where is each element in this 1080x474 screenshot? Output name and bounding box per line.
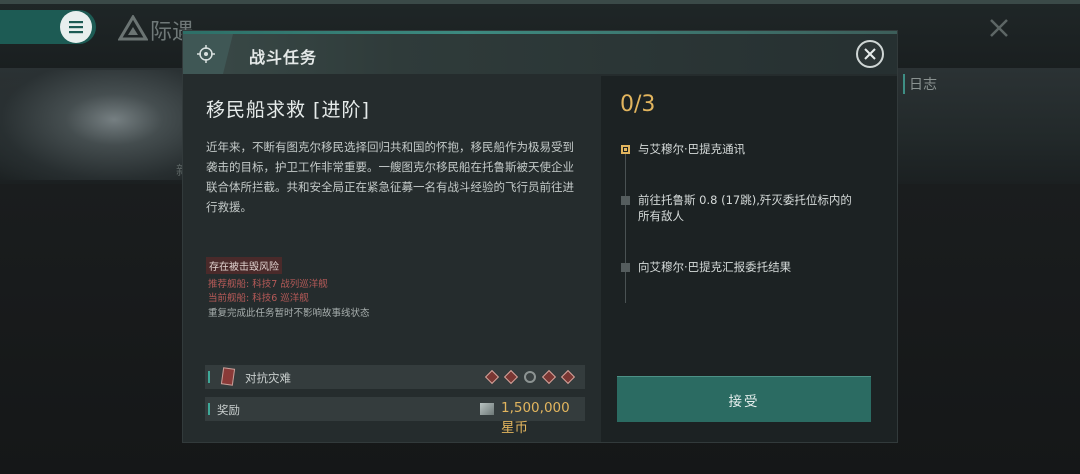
risk-badge: 存在被击毁风险 [206, 257, 282, 274]
dialog-close-icon[interactable] [856, 40, 884, 68]
difficulty-circle-icon [523, 370, 537, 384]
row-accent [208, 403, 210, 415]
objective-marker-icon [621, 263, 630, 272]
difficulty-diamond-icon [503, 369, 519, 385]
mission-description: 近年来，不断有图克尔移民选择回归共和国的怀抱，移民船作为极易受到袭击的目标，护卫… [206, 140, 574, 214]
difficulty-diamond-icon [560, 369, 576, 385]
difficulty-indicator [484, 369, 576, 385]
difficulty-diamond-icon [484, 369, 500, 385]
accept-button[interactable]: 接受 [617, 376, 871, 422]
current-ship-text: 当前舰船: 科技6 巡洋舰 [208, 293, 309, 304]
currency-icon [480, 403, 494, 415]
menu-icon[interactable] [60, 11, 92, 43]
objective-item: 前往托鲁斯 0.8 (17跳),歼灭委托位标内的所有敌人 [638, 193, 852, 223]
objective-item: 向艾穆尔·巴提克汇报委托结果 [638, 260, 792, 274]
objective-active-marker-icon [621, 145, 630, 154]
ship-image [0, 70, 190, 180]
recommended-ship-text: 推荐舰船: 科技7 战列巡洋舰 [208, 279, 328, 290]
disaster-label: 对抗灾难 [245, 371, 291, 385]
reward-label: 奖励 [217, 403, 240, 417]
log-tab[interactable]: 日志 [903, 74, 937, 94]
objective-progress: 0/3 [620, 92, 656, 117]
dialog-header: 战斗任务 [183, 34, 897, 74]
disaster-row: 对抗灾难 [205, 365, 585, 389]
objective-item: 与艾穆尔·巴提克通讯 [638, 142, 746, 156]
reward-row: 奖励 1,500,000 星币 [205, 397, 585, 436]
row-accent [208, 371, 210, 383]
disaster-card-icon [220, 367, 236, 386]
combat-mission-icon [183, 34, 233, 74]
difficulty-diamond-icon [541, 369, 557, 385]
objective-connector [625, 153, 626, 303]
reward-amount: 1,500,000 星币 [501, 400, 570, 436]
faction-logo-icon [118, 14, 148, 42]
objective-marker-icon [621, 196, 630, 205]
dialog-title: 战斗任务 [249, 48, 318, 67]
mission-dialog: 战斗任务 移民船求救 [进阶] 近年来，不断有图克尔移民选择回归共和国的怀抱，移… [183, 31, 897, 442]
repeat-note: 重复完成此任务暂时不影响故事线状态 [208, 308, 370, 319]
objectives-panel: 0/3 与艾穆尔·巴提克通讯 前往托鲁斯 0.8 (17跳),歼灭委托位标内的所… [601, 76, 897, 442]
mission-name: 移民船求救 [进阶] [206, 99, 370, 121]
screen-close-icon[interactable] [985, 14, 1013, 42]
